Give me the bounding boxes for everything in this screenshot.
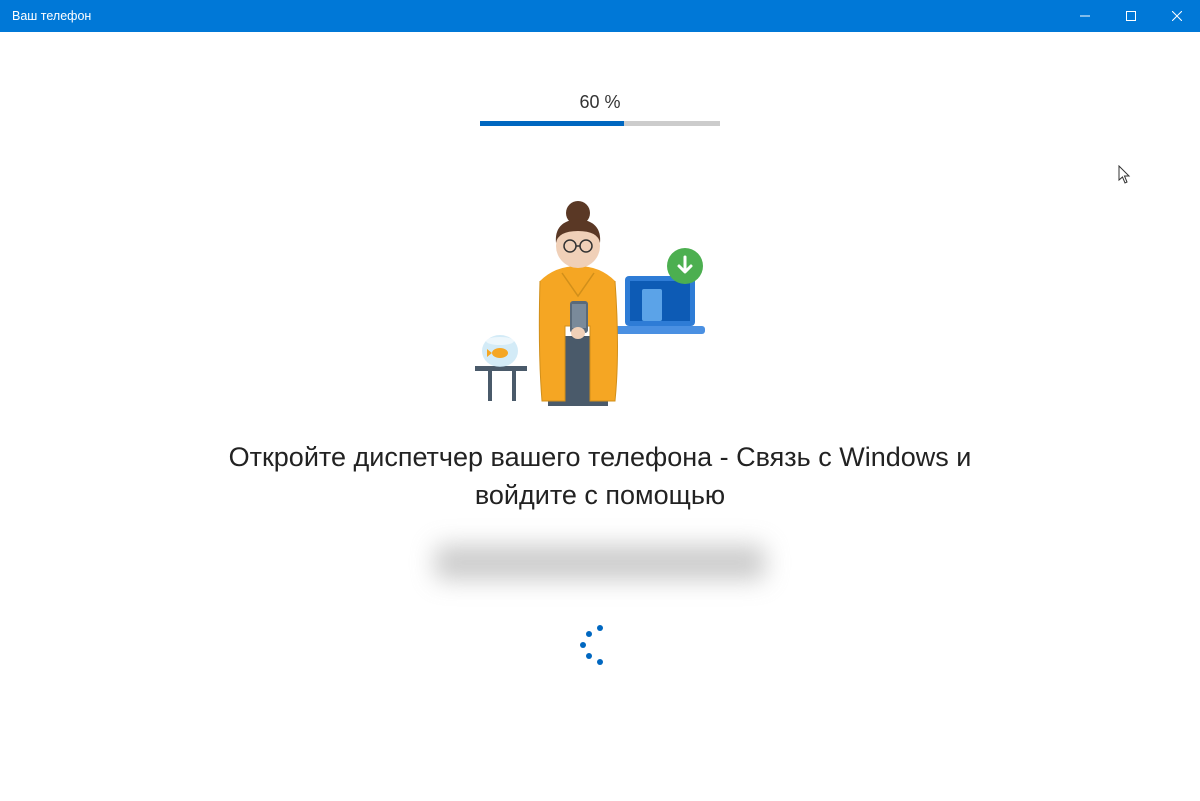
close-icon [1172,11,1182,21]
titlebar-controls [1062,0,1200,32]
loading-spinner [580,625,620,665]
close-button[interactable] [1154,0,1200,32]
maximize-button[interactable] [1108,0,1154,32]
setup-illustration [470,201,730,411]
minimize-button[interactable] [1062,0,1108,32]
account-email-blurred [435,545,765,580]
progress-bar [480,121,720,126]
window-title: Ваш телефон [12,9,91,23]
content-area: 60 % [0,32,1200,665]
setup-heading: Откройте диспетчер вашего телефона - Свя… [200,439,1000,515]
titlebar: Ваш телефон [0,0,1200,32]
progress-label: 60 % [579,92,620,113]
maximize-icon [1126,11,1136,21]
progress-fill [480,121,624,126]
minimize-icon [1080,11,1090,21]
